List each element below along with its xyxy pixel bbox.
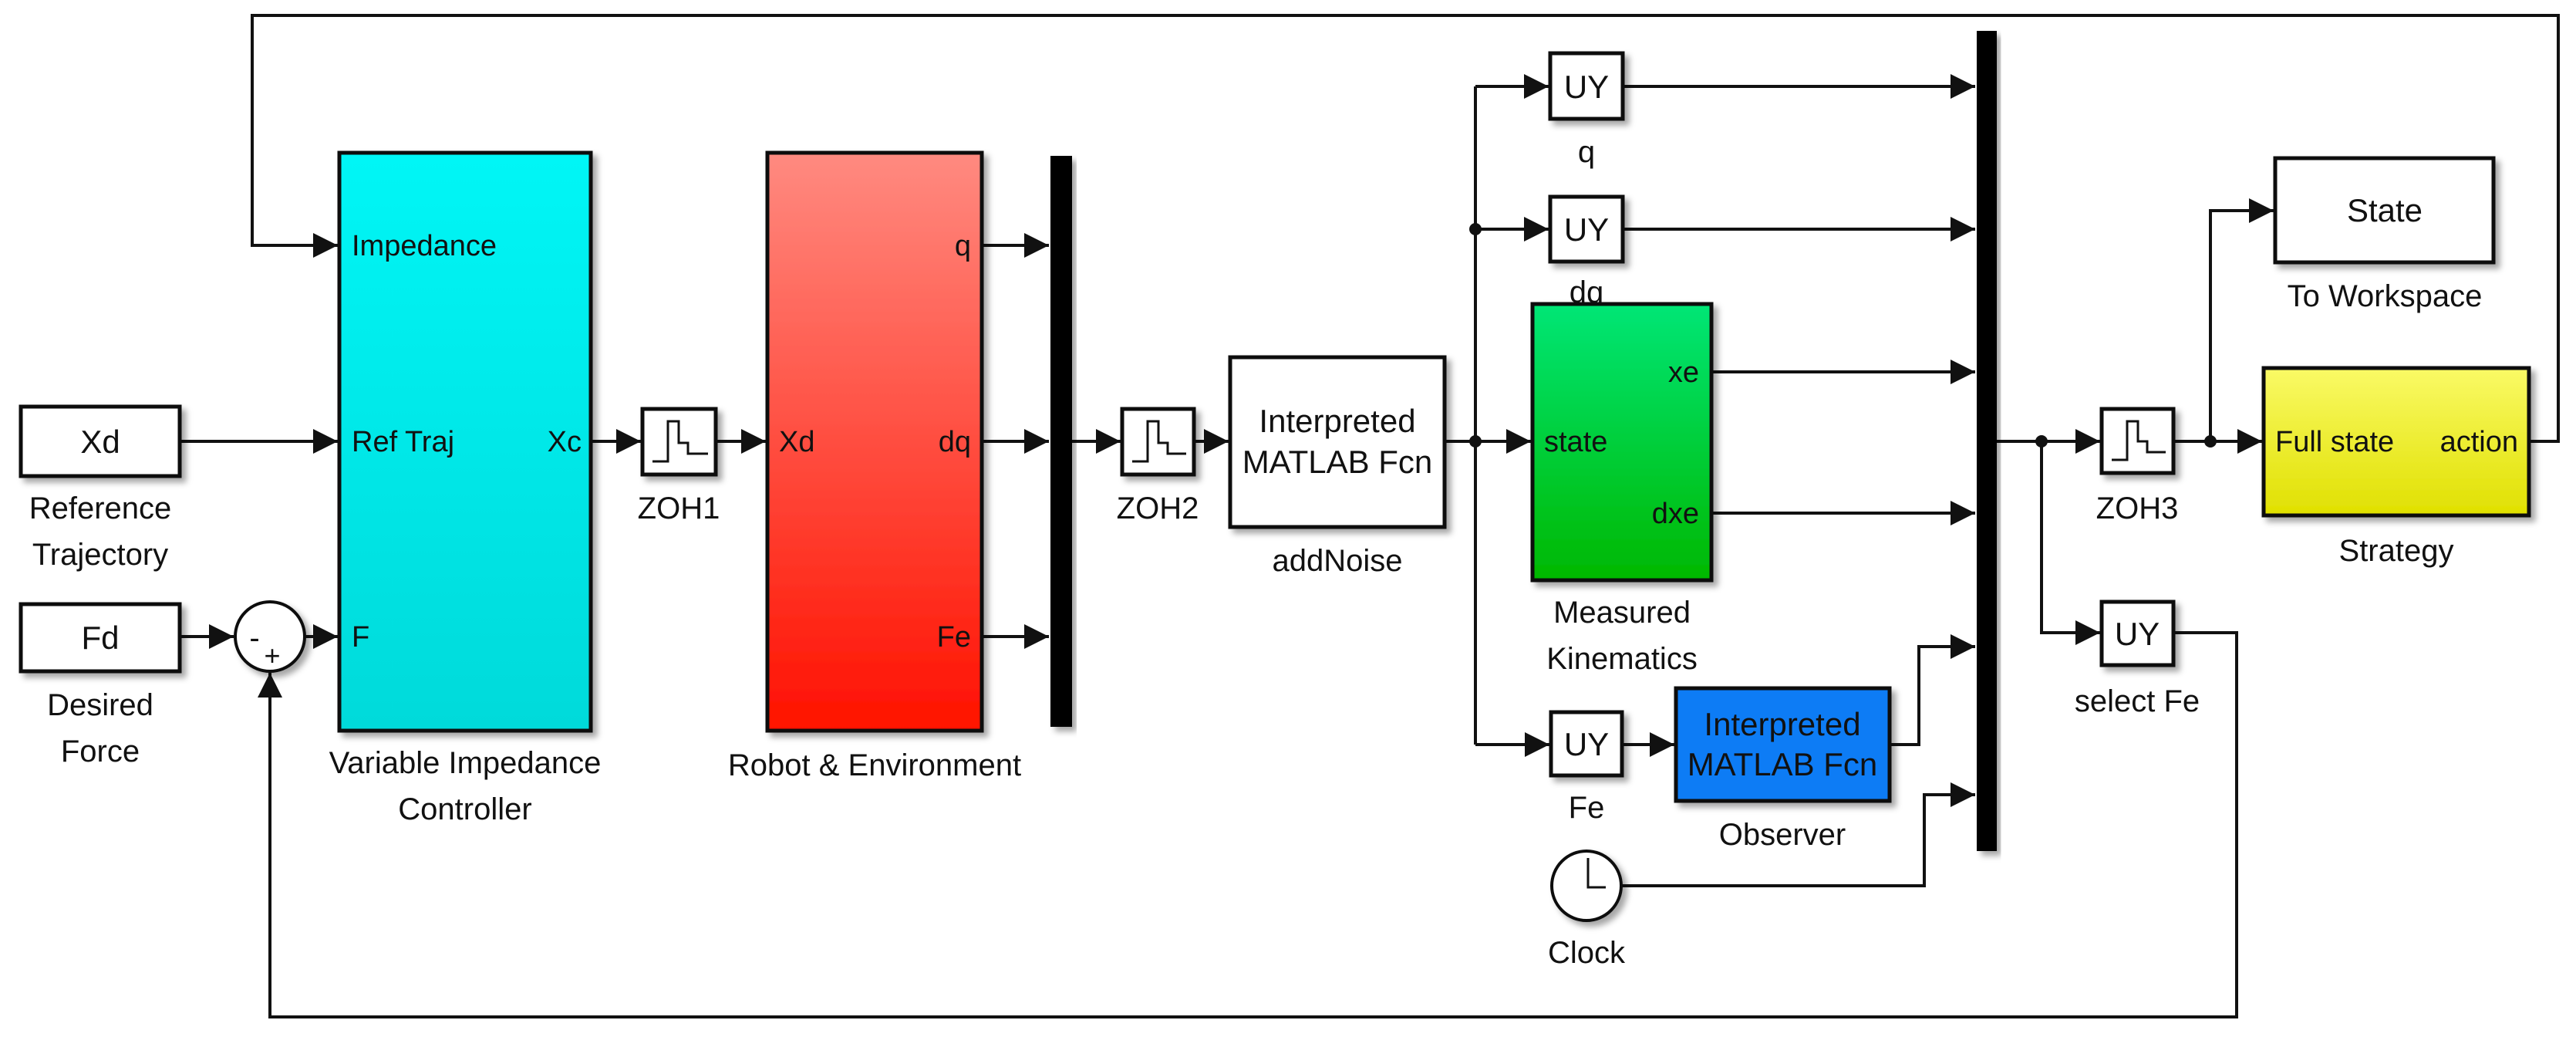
xd-text: Xd (80, 424, 120, 460)
fd-label-line2: Force (61, 735, 140, 768)
robot-label: Robot & Environment (728, 748, 1021, 782)
select-q-text: UY (1564, 69, 1609, 105)
xd-label-line2: Trajectory (32, 538, 168, 572)
observer-text-line1: Interpreted (1704, 706, 1860, 742)
port-fe: Fe (937, 621, 971, 654)
port-q: q (955, 230, 971, 262)
wire-branch-to-select-fe[interactable] (2040, 441, 2100, 645)
robot-environment-block[interactable]: Xd q dq Fe (765, 150, 984, 733)
select-q-label: q (1578, 135, 1595, 169)
add-noise-label: addNoise (1272, 544, 1402, 578)
add-noise-block[interactable]: Interpreted MATLAB Fcn (1228, 355, 1447, 529)
port-dq: dq (939, 426, 971, 458)
port-impedance: Impedance (352, 230, 497, 262)
port-xd: Xd (779, 426, 814, 458)
xd-label-line1: Reference (29, 491, 172, 525)
controller-label-line1: Variable Impedance (329, 746, 602, 780)
sum-minus-sign: - (249, 621, 259, 655)
clock-label: Clock (1548, 936, 1626, 970)
select-fe-observer-text: UY (1564, 726, 1609, 762)
select-fe-text: UY (2115, 616, 2160, 652)
wire-observer-to-mux2[interactable] (1890, 634, 1975, 746)
strategy-block[interactable]: Full state action (2261, 366, 2531, 518)
zoh2-block[interactable] (1120, 407, 1196, 477)
variable-impedance-controller-block[interactable]: Impedance Ref Traj F Xc (337, 150, 593, 733)
junction-dot (2204, 435, 2217, 448)
xd-block[interactable]: Xd (19, 404, 182, 478)
zoh3-block[interactable] (2099, 407, 2176, 475)
simulink-diagram: Xd Reference Trajectory Fd Desired Force… (19, 14, 2560, 1018)
junction-dot (1469, 223, 1482, 235)
to-workspace-label: To Workspace (2288, 279, 2483, 313)
sum-block[interactable]: - + (234, 600, 306, 673)
fd-label-line1: Desired (47, 688, 153, 722)
port-full-state: Full state (2275, 426, 2394, 458)
junction-dot (1469, 435, 1482, 448)
add-noise-text-line2: MATLAB Fcn (1242, 444, 1433, 480)
zoh3-label: ZOH3 (2096, 491, 2179, 525)
to-workspace-block[interactable]: State (2273, 156, 2496, 265)
port-state: state (1544, 426, 1607, 458)
select-dq-text: UY (1564, 211, 1609, 248)
sum-plus-sign: + (264, 640, 280, 671)
strategy-label: Strategy (2339, 534, 2454, 568)
zoh1-block[interactable] (640, 407, 718, 477)
select-dq-block[interactable]: UY (1548, 194, 1625, 264)
clock-block[interactable] (1550, 850, 1623, 922)
observer-label: Observer (1719, 818, 1846, 852)
zoh1-label: ZOH1 (638, 491, 720, 525)
kinematics-label-line2: Kinematics (1546, 642, 1698, 676)
junction-dot (2035, 435, 2048, 448)
select-fe-block[interactable]: UY (2099, 600, 2176, 667)
port-action: action (2440, 426, 2518, 458)
mux2-bar[interactable] (1977, 31, 1997, 851)
kinematics-label-line1: Measured (1553, 596, 1691, 630)
fd-block[interactable]: Fd (19, 602, 182, 674)
select-q-block[interactable]: UY (1548, 51, 1625, 121)
port-dxe: dxe (1652, 498, 1699, 530)
observer-text-line2: MATLAB Fcn (1688, 746, 1878, 782)
port-xc: Xc (548, 426, 582, 458)
fd-text: Fd (81, 620, 119, 656)
select-fe-label: select Fe (2075, 684, 2200, 718)
add-noise-text-line1: Interpreted (1259, 403, 1415, 439)
select-fe-observer-label: Fe (1569, 791, 1605, 825)
observer-block[interactable]: Interpreted MATLAB Fcn (1674, 686, 1892, 803)
mux1-bar[interactable] (1050, 156, 1072, 727)
measured-kinematics-block[interactable]: state xe dxe (1530, 302, 1714, 583)
port-xe: xe (1668, 356, 1699, 389)
select-fe-observer-block[interactable]: UY (1549, 710, 1624, 778)
port-ref-traj: Ref Traj (352, 426, 454, 458)
zoh2-label: ZOH2 (1117, 491, 1199, 525)
port-f: F (352, 621, 369, 654)
to-workspace-text: State (2347, 192, 2423, 228)
controller-label-line2: Controller (398, 792, 531, 826)
